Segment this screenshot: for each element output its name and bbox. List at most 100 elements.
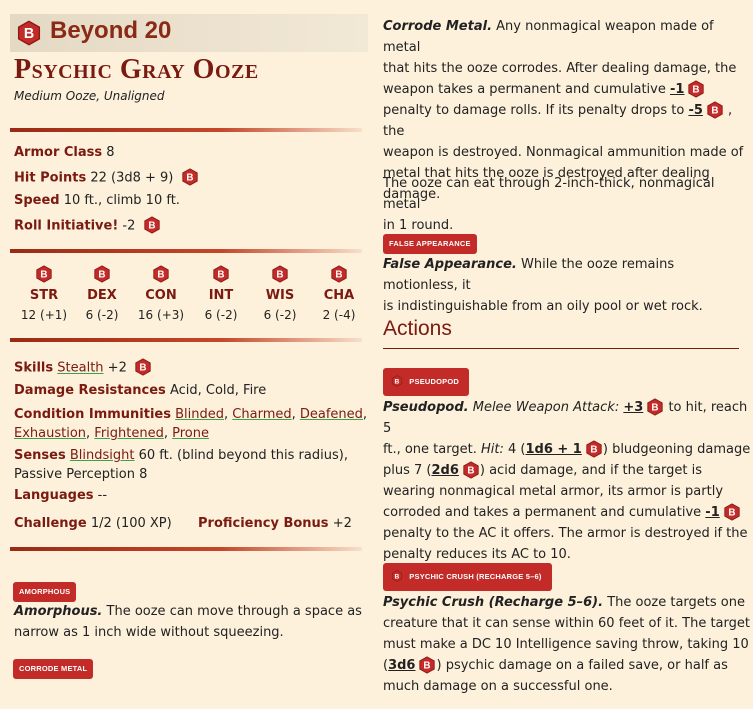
cond-label: Condition Immunities: [14, 407, 171, 422]
speed: Speed 10 ft., climb 10 ft.: [14, 193, 180, 208]
ability-str[interactable]: STR 12 (+1): [14, 266, 74, 322]
hit-points-label: Hit Points: [14, 170, 87, 186]
roll-initiative-dice-icon[interactable]: [143, 216, 161, 234]
languages-value: --: [97, 488, 108, 503]
false-appearance-roll-button[interactable]: FALSE APPEARANCE: [383, 234, 477, 254]
ability-value: 12 (+1): [20, 308, 68, 322]
hit-points: Hit Points 22 (3d8 + 9): [14, 169, 199, 187]
condition-link[interactable]: Blinded: [175, 407, 224, 422]
action-text: corroded and takes a permanent and cumul…: [383, 505, 702, 520]
ability-int[interactable]: INT 6 (-2): [191, 266, 251, 322]
ability-name: STR: [29, 288, 59, 303]
action-text: ) psychic damage on a failed save, or ha…: [436, 658, 728, 673]
false-appearance-trait: False Appearance. While the ooze remains…: [383, 254, 751, 317]
penalty-value[interactable]: -1: [705, 505, 719, 520]
action-text: The ooze targets one: [607, 595, 745, 610]
challenge-value: 1/2 (100 XP): [90, 516, 172, 531]
damage-roll[interactable]: 3d6: [388, 658, 415, 673]
ability-dex[interactable]: DEX 6 (-2): [72, 266, 132, 322]
roll-damage-dice-icon[interactable]: [585, 440, 603, 458]
psychic-crush-roll-button[interactable]: PSYCHIC CRUSH (RECHARGE 5–6): [383, 563, 552, 591]
challenge: Challenge 1/2 (100 XP): [14, 516, 172, 531]
trait-text: is indistinguishable from an oily pool o…: [383, 299, 703, 314]
roll-str-dice-icon[interactable]: [35, 265, 53, 283]
penalty-value[interactable]: -1: [670, 82, 684, 97]
trait-title: False Appearance.: [383, 257, 517, 272]
roll-attack-dice-icon[interactable]: [646, 398, 664, 416]
armor-class-label: Armor Class: [14, 145, 103, 160]
roll-wis-dice-icon[interactable]: [271, 265, 289, 283]
chip-label: PSEUDOPOD: [409, 376, 460, 386]
ability-name: WIS: [265, 288, 295, 303]
roll-cha-dice-icon[interactable]: [330, 265, 348, 283]
action-title: Pseudopod.: [383, 400, 469, 415]
trait-text: in 1 round.: [383, 218, 454, 233]
prof-value: +2: [332, 516, 352, 531]
trait-text: narrow as 1 inch wide without squeezing.: [14, 625, 284, 640]
speed-label: Speed: [14, 193, 60, 208]
condition-link[interactable]: Prone: [172, 426, 209, 441]
skills-label: Skills: [14, 360, 54, 376]
corrode-metal-trait-cont: The ooze can eat through 2-inch-thick, n…: [383, 173, 751, 236]
passive-perception: Passive Perception 8: [14, 467, 148, 482]
condition-link[interactable]: Deafened: [300, 407, 363, 422]
senses-label: Senses: [14, 448, 66, 463]
languages-label: Languages: [14, 488, 94, 503]
pseudopod-roll-button[interactable]: PSEUDOPOD: [383, 368, 470, 396]
corrode-metal-roll-button[interactable]: CORRODE METAL: [13, 659, 94, 679]
actions-divider: [383, 348, 739, 349]
stealth-link[interactable]: Stealth: [57, 361, 103, 376]
amorphous-roll-button[interactable]: AMORPHOUS: [13, 582, 77, 602]
divider: [10, 249, 362, 253]
ability-wis[interactable]: WIS 6 (-2): [250, 266, 310, 322]
roll-hp-dice-icon[interactable]: [181, 168, 199, 186]
chip-label: CORRODE METAL: [19, 664, 88, 673]
damage-roll[interactable]: 2d6: [431, 463, 458, 478]
prof-label: Proficiency Bonus: [198, 516, 329, 531]
divider: [10, 547, 362, 551]
resist-value: Acid, Cold, Fire: [169, 383, 267, 398]
roll-damage-dice-icon[interactable]: [418, 656, 436, 674]
ability-con[interactable]: CON 16 (+3): [131, 266, 191, 322]
chip-label: FALSE APPEARANCE: [389, 239, 471, 248]
roll-damage-dice-icon[interactable]: [462, 461, 480, 479]
damage-roll[interactable]: 1d6 + 1: [525, 442, 581, 457]
roll-penalty-dice-icon[interactable]: [706, 101, 724, 119]
hit-points-value: 22 (3d8 + 9): [90, 170, 174, 186]
condition-immunities: Condition Immunities Blinded, Charmed, D…: [14, 407, 368, 441]
blindsight-link[interactable]: Blindsight: [70, 448, 135, 463]
condition-link[interactable]: Charmed: [232, 407, 291, 422]
divider: [10, 338, 362, 342]
roll-stealth-dice-icon[interactable]: [134, 358, 152, 376]
dice-icon: [391, 570, 403, 582]
penalty-value[interactable]: -5: [688, 103, 702, 118]
proficiency-bonus: Proficiency Bonus +2: [198, 516, 352, 531]
action-title: Psychic Crush (Recharge 5–6).: [383, 595, 604, 610]
roll-penalty-dice-icon[interactable]: [723, 503, 741, 521]
resist-label: Damage Resistances: [14, 383, 166, 398]
action-text: penalty to the AC it offers. The armor i…: [383, 526, 748, 541]
skills: Skills Stealth +2: [14, 359, 152, 377]
action-text: must make a DC 10 Intelligence saving th…: [383, 637, 749, 652]
armor-class-value: 8: [106, 145, 115, 160]
roll-con-dice-icon[interactable]: [152, 265, 170, 283]
ability-name: DEX: [87, 288, 117, 303]
psychic-crush-action: Psychic Crush (Recharge 5–6). The ooze t…: [383, 592, 751, 697]
ability-value: 2 (-4): [322, 308, 356, 322]
condition-link[interactable]: Frightened: [94, 426, 164, 441]
ability-value: 6 (-2): [263, 308, 297, 322]
roll-int-dice-icon[interactable]: [212, 265, 230, 283]
roll-penalty-dice-icon[interactable]: [687, 80, 705, 98]
ability-cha[interactable]: CHA 2 (-4): [309, 266, 369, 322]
ability-value: 6 (-2): [85, 308, 119, 322]
roll-dex-dice-icon[interactable]: [93, 265, 111, 283]
brand-title: Beyond 20: [50, 17, 172, 44]
ability-name: INT: [208, 288, 234, 303]
ability-value: 6 (-2): [204, 308, 238, 322]
condition-link[interactable]: Exhaustion: [14, 426, 86, 441]
trait-title: Amorphous.: [14, 604, 103, 619]
monster-name: Psychic Gray Ooze: [14, 54, 259, 85]
attack-bonus[interactable]: +3: [623, 400, 643, 415]
monster-meta: Medium Ooze, Unaligned: [14, 89, 165, 103]
trait-text: that hits the ooze corrodes. After deali…: [383, 61, 737, 76]
